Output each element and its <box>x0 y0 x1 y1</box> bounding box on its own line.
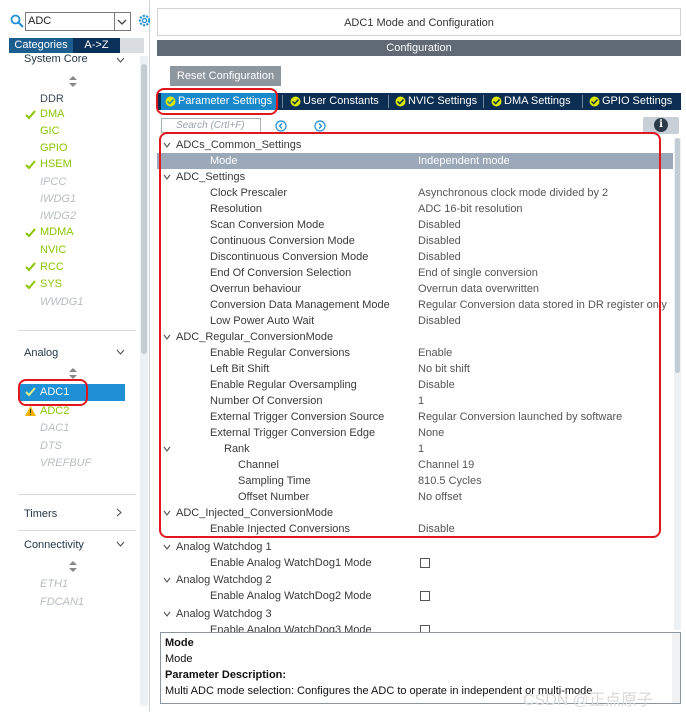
sidebar-item-gpio[interactable]: GPIO <box>40 140 68 156</box>
grid-scrollbar[interactable] <box>674 138 681 630</box>
chevron-right-icon[interactable] <box>116 508 122 517</box>
tab-separator <box>282 95 283 108</box>
category-tabs: Categories A->Z <box>9 38 144 53</box>
status-ok-icon <box>290 96 301 107</box>
tab-separator <box>582 95 583 108</box>
description-scrollbar[interactable] <box>672 633 680 703</box>
sidebar-item-gic[interactable]: GIC <box>40 123 60 139</box>
tab-label: DMA Settings <box>504 95 571 107</box>
parameter-name: Analog Watchdog 3 <box>176 608 272 620</box>
scrollbar-thumb[interactable] <box>141 64 147 354</box>
description-heading: Parameter Description: <box>165 669 287 681</box>
chevron-down-icon[interactable] <box>116 349 125 355</box>
sidebar-item-ddr[interactable]: DDR <box>40 91 64 107</box>
chevron-down-icon[interactable] <box>116 541 125 547</box>
sidebar-item-ipcc[interactable]: IPCC <box>40 174 66 190</box>
check-icon <box>25 160 36 170</box>
configuration-header: Configuration <box>157 40 681 56</box>
check-icon <box>25 262 36 272</box>
left-scrollbar[interactable] <box>140 56 148 706</box>
tab-label: GPIO Settings <box>602 95 673 107</box>
description-name: Mode <box>165 653 193 665</box>
highlight-box <box>156 88 278 115</box>
status-ok-icon <box>491 96 502 107</box>
tab-label: User Constants <box>303 95 379 107</box>
tab-label: NVIC Settings <box>408 95 478 107</box>
section-system-core[interactable]: System Core <box>24 53 88 65</box>
parameter-name: Enable Analog WatchDog1 Mode <box>210 557 372 569</box>
watermark: CSDN @正点原子 <box>523 692 654 709</box>
tab-gpio-settings[interactable]: GPIO Settings <box>585 93 681 110</box>
check-icon <box>25 280 36 290</box>
page-title: ADC1 Mode and Configuration <box>157 8 681 36</box>
tab-separator <box>388 95 389 108</box>
sidebar-item-dts[interactable]: DTS <box>40 438 62 454</box>
sidebar-item-nvic[interactable]: NVIC <box>40 242 66 258</box>
reset-configuration-button[interactable]: Reset Configuration <box>170 66 281 86</box>
group-row[interactable]: Analog Watchdog 3 <box>157 606 673 622</box>
description-title: Mode <box>165 637 194 649</box>
search-icon <box>10 14 24 28</box>
previous-result-icon[interactable] <box>275 120 287 132</box>
warning-icon <box>25 406 36 416</box>
section-timers[interactable]: Timers <box>24 508 57 520</box>
section-analog[interactable]: Analog <box>24 347 58 359</box>
group-row[interactable]: Analog Watchdog 2 <box>157 572 673 588</box>
divider <box>18 494 136 495</box>
left-panel: ADC Categories A->Z System Core DDR DMA … <box>0 0 151 712</box>
section-connectivity[interactable]: Connectivity <box>24 539 84 551</box>
status-ok-icon <box>395 96 406 107</box>
highlight-box <box>18 379 88 406</box>
sidebar-item-dac1[interactable]: DAC1 <box>40 420 69 436</box>
gear-icon[interactable] <box>137 13 152 28</box>
sidebar-item-eth1[interactable]: ETH1 <box>40 576 68 592</box>
parameter-row[interactable]: Enable Analog WatchDog2 Mode <box>157 588 673 604</box>
search-history-dropdown[interactable] <box>115 12 131 31</box>
sort-icon[interactable] <box>69 368 77 379</box>
sidebar-item-dma[interactable]: DMA <box>40 106 64 122</box>
scrollbar-thumb[interactable] <box>675 138 680 373</box>
sidebar-item-sys[interactable]: SYS <box>40 276 62 292</box>
highlight-box <box>159 132 661 538</box>
parameter-name: Analog Watchdog 1 <box>176 541 272 553</box>
sort-icon[interactable] <box>69 561 77 572</box>
parameter-search-input[interactable]: Search (Crtl+F) <box>161 118 261 133</box>
chevron-down-icon[interactable] <box>163 544 171 550</box>
tab-separator <box>483 95 484 108</box>
chevron-down-icon[interactable] <box>163 577 171 583</box>
divider <box>18 530 136 531</box>
group-row[interactable]: Analog Watchdog 1 <box>157 539 673 555</box>
status-ok-icon <box>589 96 600 107</box>
info-icon: i <box>654 118 668 132</box>
checkbox[interactable] <box>420 591 430 601</box>
sidebar-item-hsem[interactable]: HSEM <box>40 156 72 172</box>
sidebar-item-wwdg1[interactable]: WWDG1 <box>40 294 83 310</box>
tab-a-to-z[interactable]: A->Z <box>73 38 120 53</box>
parameter-name: Analog Watchdog 2 <box>176 574 272 586</box>
sidebar-item-vrefbuf[interactable]: VREFBUF <box>40 455 91 471</box>
parameter-row[interactable]: Enable Analog WatchDog1 Mode <box>157 555 673 571</box>
sidebar-item-iwdg2[interactable]: IWDG2 <box>40 208 76 224</box>
component-search: ADC <box>8 12 151 32</box>
sidebar-item-mdma[interactable]: MDMA <box>40 224 74 240</box>
chevron-down-icon <box>117 19 127 25</box>
tab-categories[interactable]: Categories <box>9 38 73 53</box>
tab-dma-settings[interactable]: DMA Settings <box>487 93 579 110</box>
checkbox[interactable] <box>420 558 430 568</box>
component-search-input[interactable]: ADC <box>25 12 115 31</box>
sidebar-item-fdcan1[interactable]: FDCAN1 <box>40 594 84 610</box>
divider <box>18 330 136 331</box>
next-result-icon[interactable] <box>314 120 326 132</box>
check-icon <box>25 228 36 238</box>
parameter-name: Enable Analog WatchDog2 Mode <box>210 590 372 602</box>
tab-user-constants[interactable]: User Constants <box>286 93 386 110</box>
sidebar-item-rcc[interactable]: RCC <box>40 259 64 275</box>
chevron-down-icon[interactable] <box>163 611 171 617</box>
sort-icon[interactable] <box>69 76 77 87</box>
sidebar-item-iwdg1[interactable]: IWDG1 <box>40 191 76 207</box>
tab-nvic-settings[interactable]: NVIC Settings <box>391 93 483 110</box>
check-icon <box>25 110 36 120</box>
chevron-down-icon[interactable] <box>116 57 125 63</box>
